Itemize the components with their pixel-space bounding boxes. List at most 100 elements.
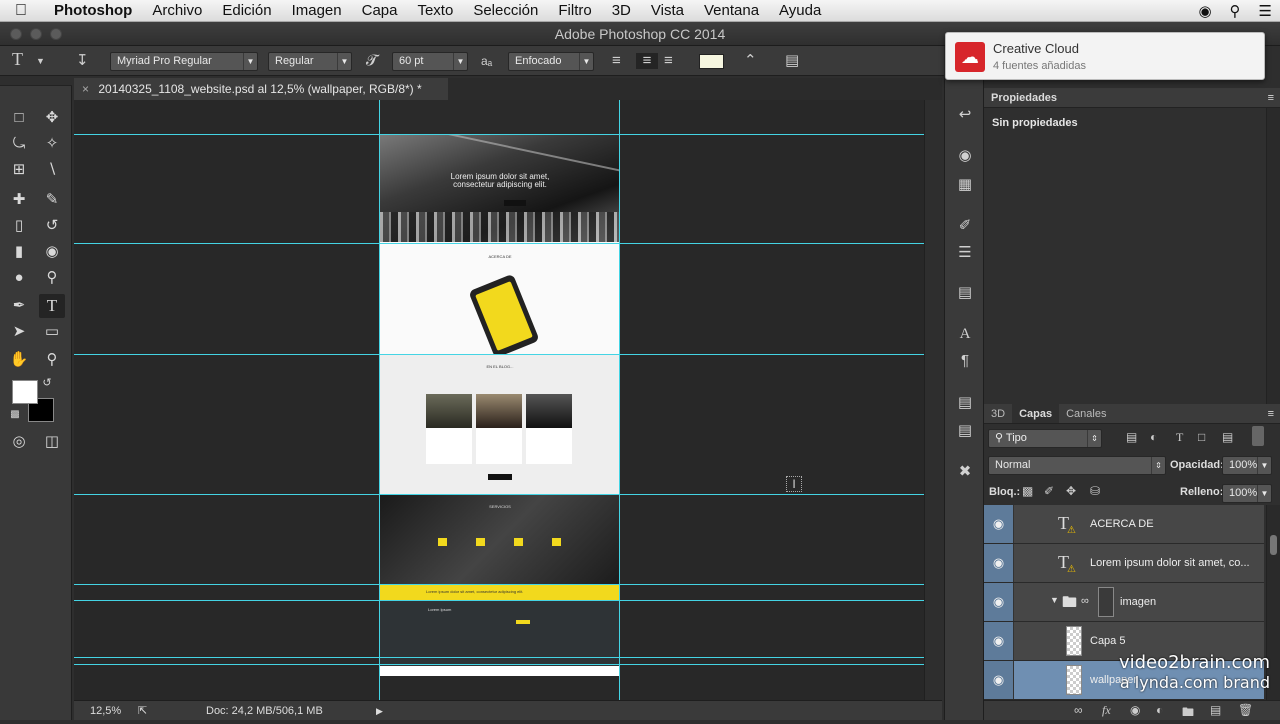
- character-panel-icon[interactable]: A: [954, 323, 976, 345]
- foreground-color-swatch[interactable]: [12, 380, 38, 404]
- menu-seleccion[interactable]: Selección: [463, 2, 548, 19]
- layers-scroll-thumb[interactable]: [1270, 535, 1277, 555]
- crop-tool-icon[interactable]: ⊞: [6, 158, 32, 182]
- antialias-select[interactable]: Enfocado ▼: [508, 52, 594, 71]
- blur-tool-icon[interactable]: ●: [6, 266, 32, 290]
- menu-filtro[interactable]: Filtro: [548, 2, 601, 19]
- fill-field[interactable]: 100% ▼: [1222, 484, 1272, 503]
- quick-mask-icon[interactable]: ◎: [6, 430, 32, 454]
- lock-position-icon[interactable]: ✥: [1066, 484, 1076, 498]
- status-menu-arrow-icon[interactable]: ▶: [376, 701, 383, 721]
- menu-vista[interactable]: Vista: [641, 2, 694, 19]
- marquee-tool-icon[interactable]: □: [6, 106, 32, 130]
- align-right-icon[interactable]: ≡: [664, 53, 673, 69]
- text-color-swatch[interactable]: [699, 54, 724, 69]
- guide-horizontal[interactable]: [74, 657, 924, 658]
- color-panel-icon[interactable]: ◉: [954, 145, 976, 167]
- link-layers-icon[interactable]: ∞: [1074, 703, 1083, 717]
- layer-filter-select[interactable]: ⚲ Tipo ⇕: [988, 429, 1102, 448]
- default-colors-icon[interactable]: ▩: [8, 408, 22, 422]
- font-size-field[interactable]: 60 pt ▼: [392, 52, 468, 71]
- filter-shape-icon[interactable]: □: [1198, 430, 1205, 444]
- properties-tab[interactable]: Propiedades ≡: [984, 88, 1280, 108]
- tools-preset-panel-icon[interactable]: ✖: [954, 461, 976, 483]
- guide-vertical[interactable]: [619, 100, 620, 700]
- document-size[interactable]: Doc: 24,2 MB/506,1 MB: [206, 701, 323, 721]
- guide-vertical[interactable]: [379, 100, 380, 700]
- paragraph-panel-icon[interactable]: ¶: [954, 350, 976, 372]
- guide-horizontal[interactable]: [74, 354, 924, 355]
- eyedropper-tool-icon[interactable]: ∖: [39, 158, 65, 182]
- toggle-text-orientation-icon[interactable]: ↧: [76, 53, 89, 69]
- eye-icon[interactable]: ◉: [984, 505, 1014, 543]
- notes-panel-icon[interactable]: ▤: [954, 420, 976, 442]
- filter-type-icon[interactable]: T: [1176, 430, 1183, 445]
- eye-icon[interactable]: ◉: [984, 622, 1014, 660]
- healing-brush-tool-icon[interactable]: ✚: [6, 188, 32, 212]
- menu-capa[interactable]: Capa: [352, 2, 408, 19]
- panel-menu-icon[interactable]: ≡: [1268, 404, 1274, 424]
- layer-row[interactable]: ◉ ▼ 🖿 ∞ imagen: [984, 583, 1264, 622]
- type-tool-icon[interactable]: T: [39, 294, 65, 318]
- filter-smart-object-icon[interactable]: ▤: [1222, 430, 1233, 444]
- creative-cloud-notification[interactable]: ☁ Creative Cloud 4 fuentes añadidas: [945, 32, 1265, 80]
- brush-tool-icon[interactable]: ✎: [39, 188, 65, 212]
- character-panel-icon[interactable]: ▤: [785, 53, 799, 69]
- add-mask-icon[interactable]: ◉: [1130, 703, 1140, 717]
- guide-horizontal[interactable]: [74, 584, 924, 585]
- swatches-panel-icon[interactable]: ▦: [954, 174, 976, 196]
- pen-tool-icon[interactable]: ✒: [6, 294, 32, 318]
- screen-mode-icon[interactable]: ◫: [39, 430, 65, 454]
- type-tool-preset-icon[interactable]: T: [12, 50, 23, 68]
- zoom-level[interactable]: 12,5%: [90, 701, 121, 721]
- guide-horizontal[interactable]: [74, 600, 924, 601]
- eye-icon[interactable]: ◉: [984, 661, 1014, 699]
- zoom-tool-icon[interactable]: ⚲: [39, 348, 65, 372]
- clone-source-panel-icon[interactable]: ▤: [954, 282, 976, 304]
- align-left-icon[interactable]: ≡: [612, 53, 621, 69]
- swap-colors-icon[interactable]: ↺: [40, 376, 54, 390]
- font-style-select[interactable]: Regular ▼: [268, 52, 352, 71]
- delete-layer-icon[interactable]: 🗑: [1238, 703, 1253, 717]
- creative-cloud-icon[interactable]: ◉: [1198, 2, 1211, 20]
- font-family-select[interactable]: Myriad Pro Regular ▼: [110, 52, 258, 71]
- lock-image-icon[interactable]: ✐: [1044, 484, 1054, 498]
- warp-text-icon[interactable]: ⌃: [744, 53, 757, 69]
- document-tab[interactable]: × 20140325_1108_website.psd al 12,5% (wa…: [74, 78, 448, 100]
- filter-pixel-icon[interactable]: ▤: [1126, 430, 1137, 444]
- history-brush-tool-icon[interactable]: ↺: [39, 214, 65, 238]
- history-panel-icon[interactable]: ↩: [954, 104, 976, 126]
- brushes-panel-icon[interactable]: ✐: [954, 215, 976, 237]
- layer-row[interactable]: ◉ T ⚠ Lorem ipsum dolor sit amet, co...: [984, 544, 1264, 583]
- menu-ventana[interactable]: Ventana: [694, 2, 769, 19]
- path-selection-tool-icon[interactable]: ➤: [6, 320, 32, 344]
- paint-bucket-tool-icon[interactable]: ◉: [39, 240, 65, 264]
- app-menu[interactable]: Photoshop: [42, 2, 142, 19]
- lasso-tool-icon[interactable]: ⤿: [6, 132, 32, 156]
- menu-texto[interactable]: Texto: [407, 2, 463, 19]
- hand-tool-icon[interactable]: ✋: [6, 348, 32, 372]
- filter-adjustment-icon[interactable]: ◐: [1150, 430, 1157, 444]
- guide-horizontal[interactable]: [74, 664, 924, 665]
- panel-menu-icon[interactable]: ≡: [1268, 88, 1274, 108]
- align-center-icon[interactable]: ≡: [636, 53, 658, 69]
- menu-archivo[interactable]: Archivo: [142, 2, 212, 19]
- opacity-field[interactable]: 100% ▼: [1222, 456, 1272, 475]
- styles-panel-icon[interactable]: ▤: [954, 392, 976, 414]
- filter-toggle-switch[interactable]: [1252, 426, 1264, 446]
- layer-style-icon[interactable]: fx: [1102, 703, 1111, 718]
- menu-3d[interactable]: 3D: [602, 2, 641, 19]
- adjustments-panel-icon[interactable]: ☰: [954, 242, 976, 264]
- disclosure-triangle-icon[interactable]: ▼: [1050, 595, 1059, 605]
- new-adjustment-layer-icon[interactable]: ◐: [1156, 703, 1163, 717]
- blend-mode-select[interactable]: Normal ⇕: [988, 456, 1166, 475]
- guide-horizontal[interactable]: [74, 134, 924, 135]
- zoom-window-button[interactable]: [50, 28, 62, 40]
- spotlight-search-icon[interactable]: ⚲: [1230, 2, 1241, 20]
- lock-all-icon[interactable]: ⛁: [1090, 484, 1100, 498]
- menu-ayuda[interactable]: Ayuda: [769, 2, 831, 19]
- guide-horizontal[interactable]: [74, 243, 924, 244]
- new-group-icon[interactable]: 🖿: [1182, 703, 1194, 724]
- export-icon[interactable]: ⇱: [138, 701, 147, 721]
- tab-capas[interactable]: Capas: [1012, 404, 1060, 423]
